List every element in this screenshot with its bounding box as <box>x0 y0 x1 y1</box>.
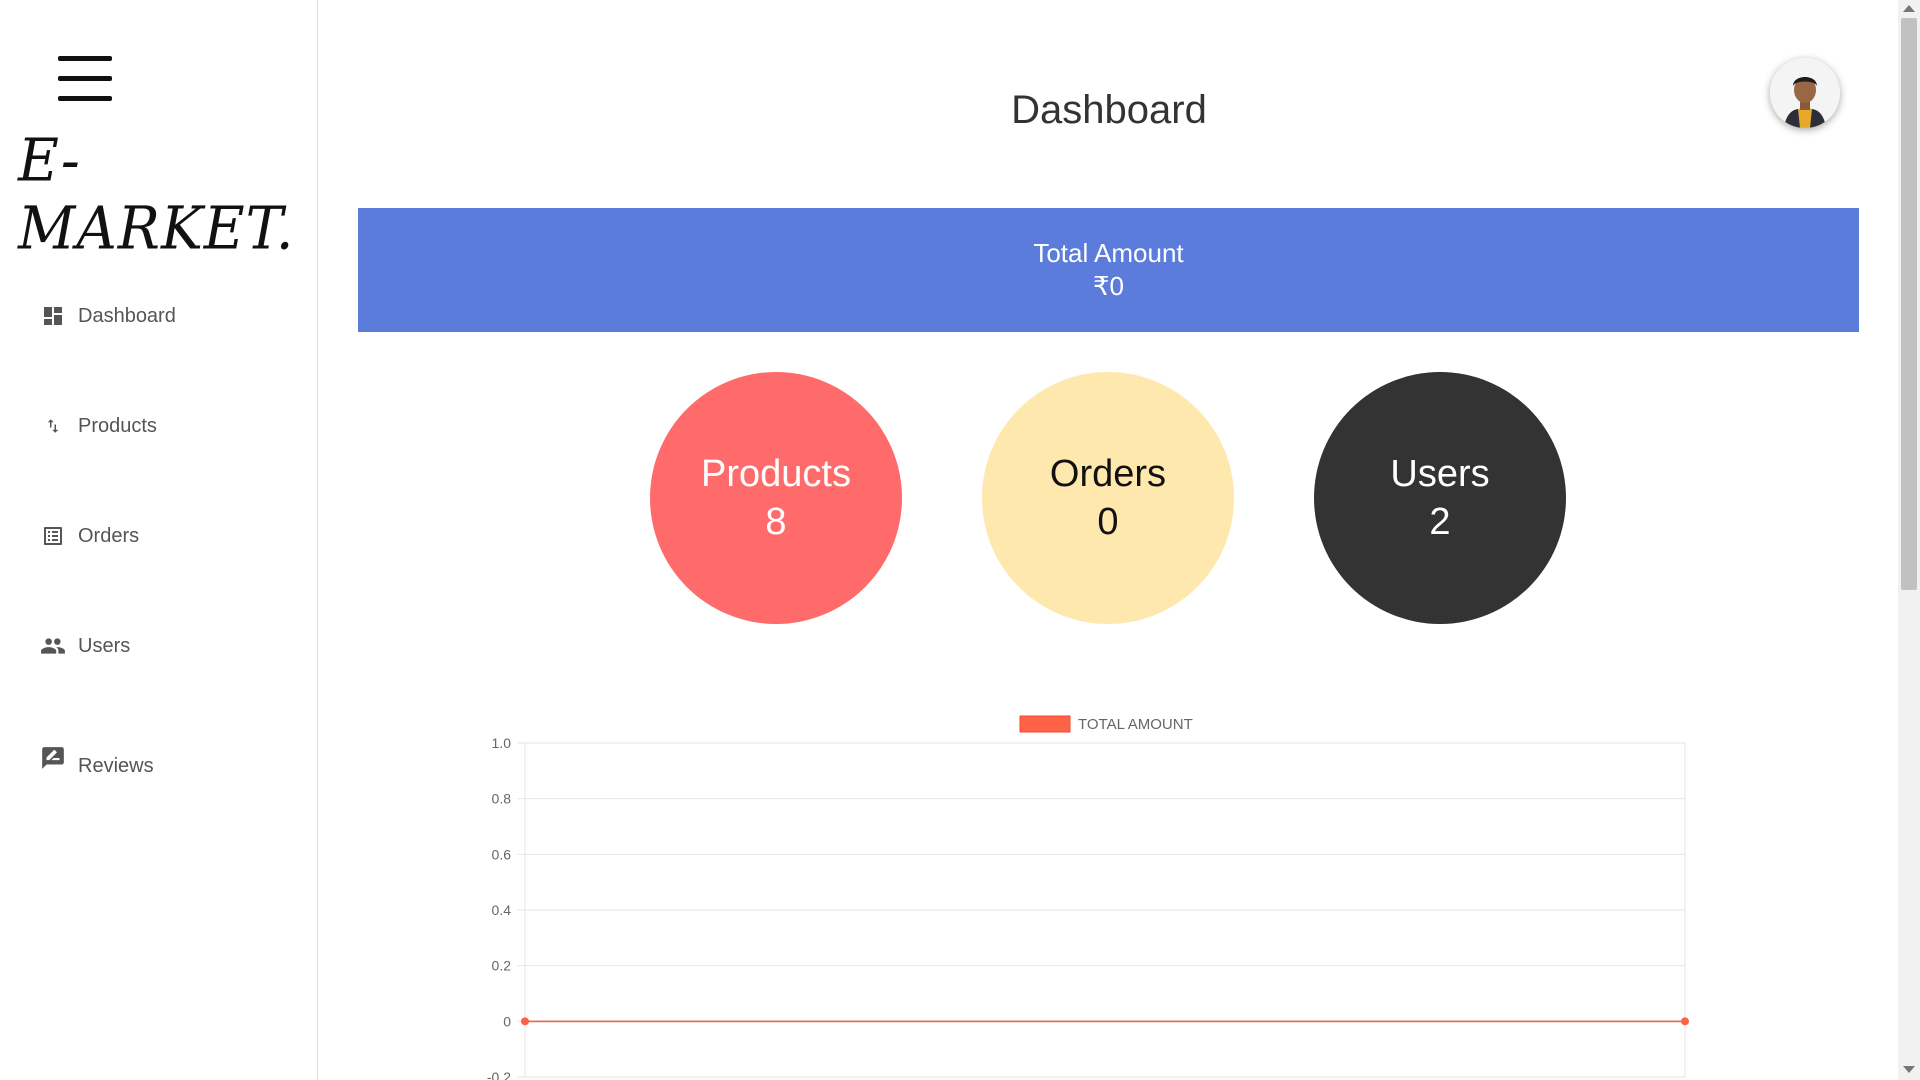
sidebar: E-MARKET. Dashboard Products Orders User… <box>0 0 318 1080</box>
total-amount-chart: TOTAL AMOUNT 1.0 0.8 0.6 0.4 0.2 0 -0.2 <box>318 700 1900 1080</box>
stat-value: 8 <box>765 501 787 543</box>
sidebar-item-dashboard[interactable]: Dashboard <box>40 303 176 329</box>
sidebar-item-label: Dashboard <box>78 304 176 327</box>
orders-stat-circle[interactable]: Orders 0 <box>982 372 1234 624</box>
stat-label: Products <box>701 453 851 495</box>
scroll-down-arrow-icon[interactable] <box>1903 1066 1915 1073</box>
y-tick-label: -0.2 <box>487 1069 511 1080</box>
stat-label: Users <box>1390 453 1490 495</box>
rate-review-icon <box>40 744 66 778</box>
list-alt-icon <box>40 523 66 549</box>
sidebar-item-users[interactable]: Users <box>40 633 130 659</box>
swap-vert-icon <box>40 413 66 439</box>
user-avatar-icon <box>1770 58 1840 128</box>
stat-value: 2 <box>1429 501 1451 543</box>
legend-label: TOTAL AMOUNT <box>1078 716 1193 733</box>
total-amount-card: Total Amount ₹0 <box>358 208 1859 332</box>
logo: E-MARKET. <box>18 126 295 264</box>
dashboard-icon <box>40 303 66 329</box>
sidebar-item-label: Products <box>78 414 157 437</box>
data-point <box>521 1017 529 1026</box>
products-stat-circle[interactable]: Products 8 <box>650 372 902 624</box>
y-tick-label: 0.4 <box>492 902 512 918</box>
y-tick-label: 0 <box>503 1013 511 1029</box>
y-tick-label: 0.2 <box>492 958 512 974</box>
total-amount-label: Total Amount <box>1033 238 1184 268</box>
stat-value: 0 <box>1097 501 1119 543</box>
total-amount-value: ₹0 <box>1092 271 1124 301</box>
data-point <box>1681 1017 1689 1026</box>
sidebar-item-orders[interactable]: Orders <box>40 523 139 549</box>
sidebar-item-products[interactable]: Products <box>40 413 157 439</box>
page-title: Dashboard <box>1011 88 1207 132</box>
users-stat-circle[interactable]: Users 2 <box>1314 372 1566 624</box>
avatar[interactable] <box>1770 58 1840 128</box>
line-chart: TOTAL AMOUNT 1.0 0.8 0.6 0.4 0.2 0 -0.2 <box>487 715 1689 1080</box>
y-tick-label: 0.8 <box>492 791 512 807</box>
scroll-thumb[interactable] <box>1901 18 1917 590</box>
sidebar-item-label: Reviews <box>78 755 154 777</box>
y-tick-label: 0.6 <box>492 846 512 862</box>
scroll-up-arrow-icon[interactable] <box>1903 5 1915 12</box>
legend-swatch <box>1019 715 1071 733</box>
sidebar-item-label: Users <box>78 634 131 657</box>
scrollbar[interactable] <box>1898 0 1920 1080</box>
menu-icon[interactable] <box>58 54 114 106</box>
y-tick-label: 1.0 <box>492 735 512 751</box>
stat-label: Orders <box>1049 453 1167 495</box>
people-icon <box>40 633 66 659</box>
sidebar-item-reviews[interactable]: Reviews <box>40 744 154 778</box>
sidebar-item-label: Orders <box>78 524 140 547</box>
